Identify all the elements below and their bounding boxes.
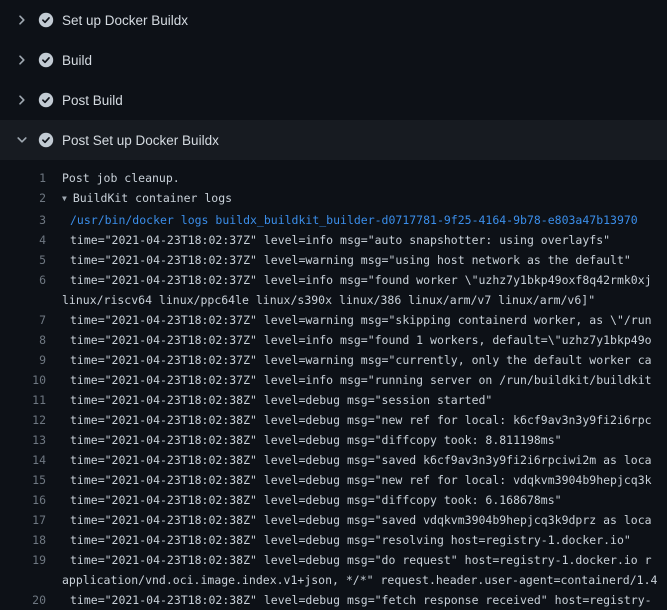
line-number[interactable]: 19 <box>0 550 46 570</box>
step-header-collapsed[interactable]: Set up Docker Buildx <box>0 0 667 40</box>
steps-list: Set up Docker Buildx Build Post Build <box>0 0 667 120</box>
line-number[interactable]: 16 <box>0 490 46 510</box>
log-command-text: /usr/bin/docker logs buildx_buildkit_bui… <box>46 210 638 230</box>
step-label: Post Build <box>62 93 123 108</box>
log-text: time="2021-04-23T18:02:37Z" level=info m… <box>46 270 652 290</box>
log-text: time="2021-04-23T18:02:38Z" level=debug … <box>46 410 652 430</box>
step-header-collapsed[interactable]: Build <box>0 40 667 80</box>
line-number[interactable]: 14 <box>0 450 46 470</box>
log-text: time="2021-04-23T18:02:37Z" level=info m… <box>46 230 610 250</box>
log-lines: 1Post job cleanup.2 ▼ BuildKit container l… <box>0 160 667 610</box>
chevron-down-icon <box>14 132 30 148</box>
line-number[interactable]: 6 <box>0 270 46 290</box>
line-number[interactable]: 15 <box>0 470 46 490</box>
line-number[interactable]: 3 <box>0 210 46 230</box>
log-line[interactable]: 7time="2021-04-23T18:02:37Z" level=warni… <box>0 310 667 330</box>
log-line[interactable]: 20time="2021-04-23T18:02:38Z" level=debu… <box>0 590 667 610</box>
log-line[interactable]: 10time="2021-04-23T18:02:37Z" level=info… <box>0 370 667 390</box>
chevron-right-icon <box>14 12 30 28</box>
log-text: ▼ BuildKit container logs <box>46 188 232 210</box>
log-text: time="2021-04-23T18:02:37Z" level=info m… <box>46 370 652 390</box>
chevron-right-icon <box>14 52 30 68</box>
line-number[interactable]: 8 <box>0 330 46 350</box>
log-line[interactable]: linux/riscv64 linux/ppc64le linux/s390x … <box>0 290 667 310</box>
line-number[interactable]: 17 <box>0 510 46 530</box>
log-line[interactable]: 16time="2021-04-23T18:02:38Z" level=debu… <box>0 490 667 510</box>
line-number[interactable]: 10 <box>0 370 46 390</box>
log-line[interactable]: 3/usr/bin/docker logs buildx_buildkit_bu… <box>0 210 667 230</box>
log-text: time="2021-04-23T18:02:38Z" level=debug … <box>46 510 652 530</box>
log-text: time="2021-04-23T18:02:38Z" level=debug … <box>46 470 652 490</box>
line-number[interactable] <box>0 570 46 590</box>
check-circle-icon <box>38 12 54 28</box>
step-header-collapsed[interactable]: Post Build <box>0 80 667 120</box>
log-text: linux/riscv64 linux/ppc64le linux/s390x … <box>46 290 595 310</box>
step-label: Post Set up Docker Buildx <box>62 133 219 148</box>
log-text: time="2021-04-23T18:02:37Z" level=warnin… <box>46 310 652 330</box>
log-line[interactable]: 9time="2021-04-23T18:02:37Z" level=warni… <box>0 350 667 370</box>
log-text: time="2021-04-23T18:02:38Z" level=debug … <box>46 450 652 470</box>
log-line[interactable]: 14time="2021-04-23T18:02:38Z" level=debu… <box>0 450 667 470</box>
log-line[interactable]: application/vnd.oci.image.index.v1+json,… <box>0 570 667 590</box>
line-number[interactable]: 7 <box>0 310 46 330</box>
log-text: Post job cleanup. <box>46 168 180 188</box>
log-line[interactable]: 19time="2021-04-23T18:02:38Z" level=debu… <box>0 550 667 570</box>
log-text: time="2021-04-23T18:02:38Z" level=debug … <box>46 390 492 410</box>
line-number[interactable]: 11 <box>0 390 46 410</box>
step-label: Set up Docker Buildx <box>62 13 188 28</box>
log-line[interactable]: 1Post job cleanup. <box>0 168 667 188</box>
line-number[interactable]: 2 <box>0 188 46 210</box>
log-text: time="2021-04-23T18:02:37Z" level=info m… <box>46 330 652 350</box>
step-label: Build <box>62 53 92 68</box>
log-text: time="2021-04-23T18:02:38Z" level=debug … <box>46 430 562 450</box>
check-circle-icon <box>38 92 54 108</box>
line-number[interactable]: 5 <box>0 250 46 270</box>
log-text: time="2021-04-23T18:02:38Z" level=debug … <box>46 530 631 550</box>
log-text: application/vnd.oci.image.index.v1+json,… <box>46 570 657 590</box>
log-line[interactable]: 11time="2021-04-23T18:02:38Z" level=debu… <box>0 390 667 410</box>
line-number[interactable]: 4 <box>0 230 46 250</box>
log-line[interactable]: 4time="2021-04-23T18:02:37Z" level=info … <box>0 230 667 250</box>
log-line[interactable]: 17time="2021-04-23T18:02:38Z" level=debu… <box>0 510 667 530</box>
chevron-right-icon <box>14 92 30 108</box>
triangle-down-icon[interactable]: ▼ <box>62 189 67 209</box>
log-line[interactable]: 18time="2021-04-23T18:02:38Z" level=debu… <box>0 530 667 550</box>
step-header-expanded[interactable]: Post Set up Docker Buildx <box>0 120 667 160</box>
log-line[interactable]: 12time="2021-04-23T18:02:38Z" level=debu… <box>0 410 667 430</box>
log-line[interactable]: 13time="2021-04-23T18:02:38Z" level=debu… <box>0 430 667 450</box>
workflow-log-panel: Set up Docker Buildx Build Post Build Post… <box>0 0 667 610</box>
line-number[interactable]: 1 <box>0 168 46 188</box>
line-number[interactable]: 18 <box>0 530 46 550</box>
line-number[interactable]: 13 <box>0 430 46 450</box>
log-text: time="2021-04-23T18:02:37Z" level=warnin… <box>46 350 652 370</box>
line-number[interactable]: 9 <box>0 350 46 370</box>
log-text: time="2021-04-23T18:02:37Z" level=warnin… <box>46 250 631 270</box>
check-circle-icon <box>38 52 54 68</box>
group-title: BuildKit container logs <box>73 191 232 205</box>
line-number[interactable]: 12 <box>0 410 46 430</box>
line-number[interactable] <box>0 290 46 310</box>
log-text: time="2021-04-23T18:02:38Z" level=debug … <box>46 550 652 570</box>
log-line[interactable]: 6time="2021-04-23T18:02:37Z" level=info … <box>0 270 667 290</box>
log-line[interactable]: 2 ▼ BuildKit container logs <box>0 188 667 210</box>
log-line[interactable]: 5time="2021-04-23T18:02:37Z" level=warni… <box>0 250 667 270</box>
log-line[interactable]: 15time="2021-04-23T18:02:38Z" level=debu… <box>0 470 667 490</box>
check-circle-icon <box>38 132 54 148</box>
log-text: time="2021-04-23T18:02:38Z" level=debug … <box>46 490 562 510</box>
line-number[interactable]: 20 <box>0 590 46 610</box>
log-text: time="2021-04-23T18:02:38Z" level=debug … <box>46 590 652 610</box>
log-line[interactable]: 8time="2021-04-23T18:02:37Z" level=info … <box>0 330 667 350</box>
